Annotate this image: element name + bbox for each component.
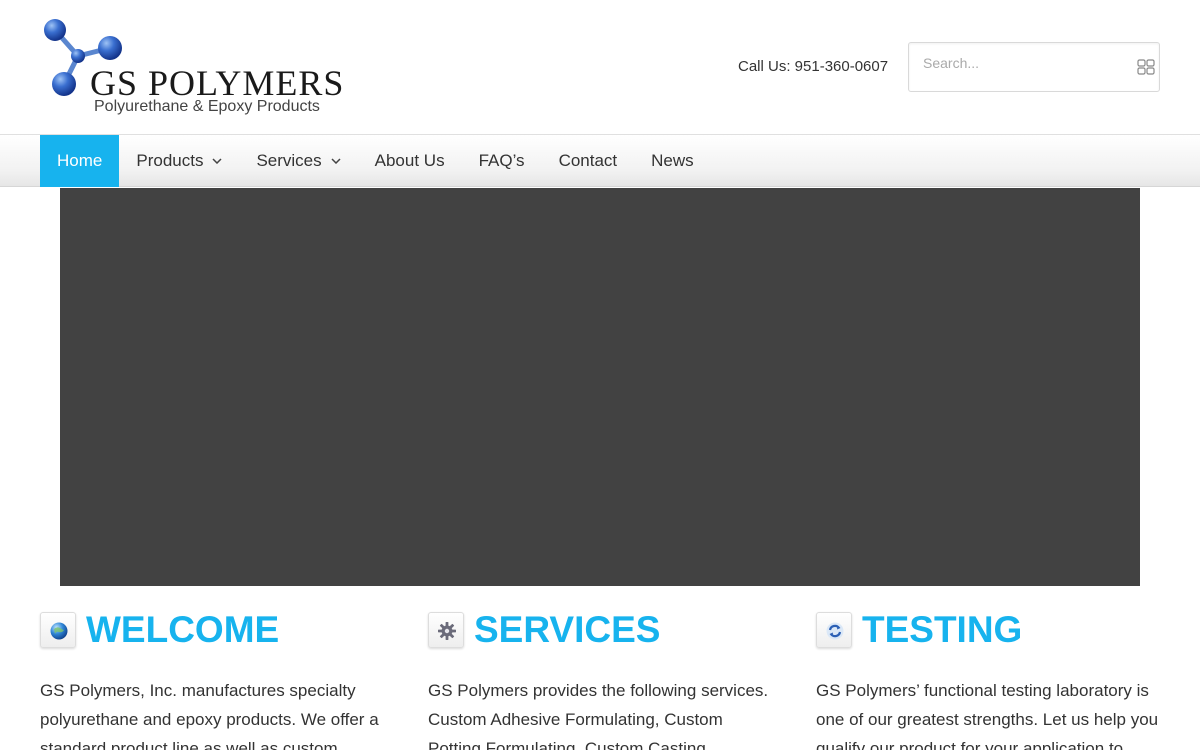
column-title: WELCOME xyxy=(86,609,280,650)
nav-item-label: Services xyxy=(256,151,322,170)
column-header: WELCOME xyxy=(40,610,388,650)
main-nav: Home Products Services About Us FAQ’s Co… xyxy=(0,134,1200,187)
icon-box xyxy=(40,612,76,648)
nav-item-about-us[interactable]: About Us xyxy=(358,135,462,187)
column-header: TESTING xyxy=(816,610,1164,650)
column-title: SERVICES xyxy=(474,609,661,650)
recycle-icon xyxy=(826,622,844,640)
column-header: SERVICES xyxy=(428,610,776,650)
site-header: GS POLYMERS Polyurethane & Epoxy Product… xyxy=(0,0,1200,134)
welcome-column: WELCOME GS Polymers, Inc. manufactures s… xyxy=(40,610,388,750)
nav-item-products[interactable]: Products xyxy=(119,135,239,187)
icon-box xyxy=(428,612,464,648)
chevron-down-icon xyxy=(212,158,222,164)
nav-item-services[interactable]: Services xyxy=(239,135,357,187)
nav-item-faqs[interactable]: FAQ’s xyxy=(462,135,542,187)
column-text: GS Polymers provides the following servi… xyxy=(428,681,769,750)
phone-number: Call Us: 951-360-0607 xyxy=(738,58,889,75)
nav-item-news[interactable]: News xyxy=(634,135,711,187)
nav-item-label: Contact xyxy=(558,151,618,170)
gear-icon xyxy=(438,622,456,640)
search-input[interactable] xyxy=(909,43,1129,83)
nav-item-contact[interactable]: Contact xyxy=(542,135,635,187)
nav-item-label: FAQ’s xyxy=(478,151,525,170)
icon-box xyxy=(816,612,852,648)
hero-slider[interactable] xyxy=(60,188,1140,586)
search-box xyxy=(908,42,1160,92)
column-text: GS Polymers, Inc. manufactures specialty… xyxy=(40,681,379,750)
nav-items: Home Products Services About Us FAQ’s Co… xyxy=(40,135,711,187)
nav-item-label: Products xyxy=(136,151,204,170)
globe-icon xyxy=(50,622,68,640)
column-text: GS Polymers’ functional testing laborato… xyxy=(816,681,1159,750)
search-icon[interactable] xyxy=(1137,59,1155,75)
services-column: SERVICES GS Polymers provides the follow… xyxy=(428,610,776,750)
column-title: TESTING xyxy=(862,609,1023,650)
nav-item-label: About Us xyxy=(374,151,445,170)
chevron-down-icon xyxy=(331,158,341,164)
nav-item-label: News xyxy=(651,151,694,170)
nav-item-home[interactable]: Home xyxy=(40,135,120,187)
testing-column: TESTING GS Polymers’ functional testing … xyxy=(816,610,1164,750)
nav-item-label: Home xyxy=(57,151,103,170)
logo-subtitle: Polyurethane & Epoxy Products xyxy=(94,98,320,115)
site-logo[interactable]: GS POLYMERS Polyurethane & Epoxy Product… xyxy=(40,14,343,118)
